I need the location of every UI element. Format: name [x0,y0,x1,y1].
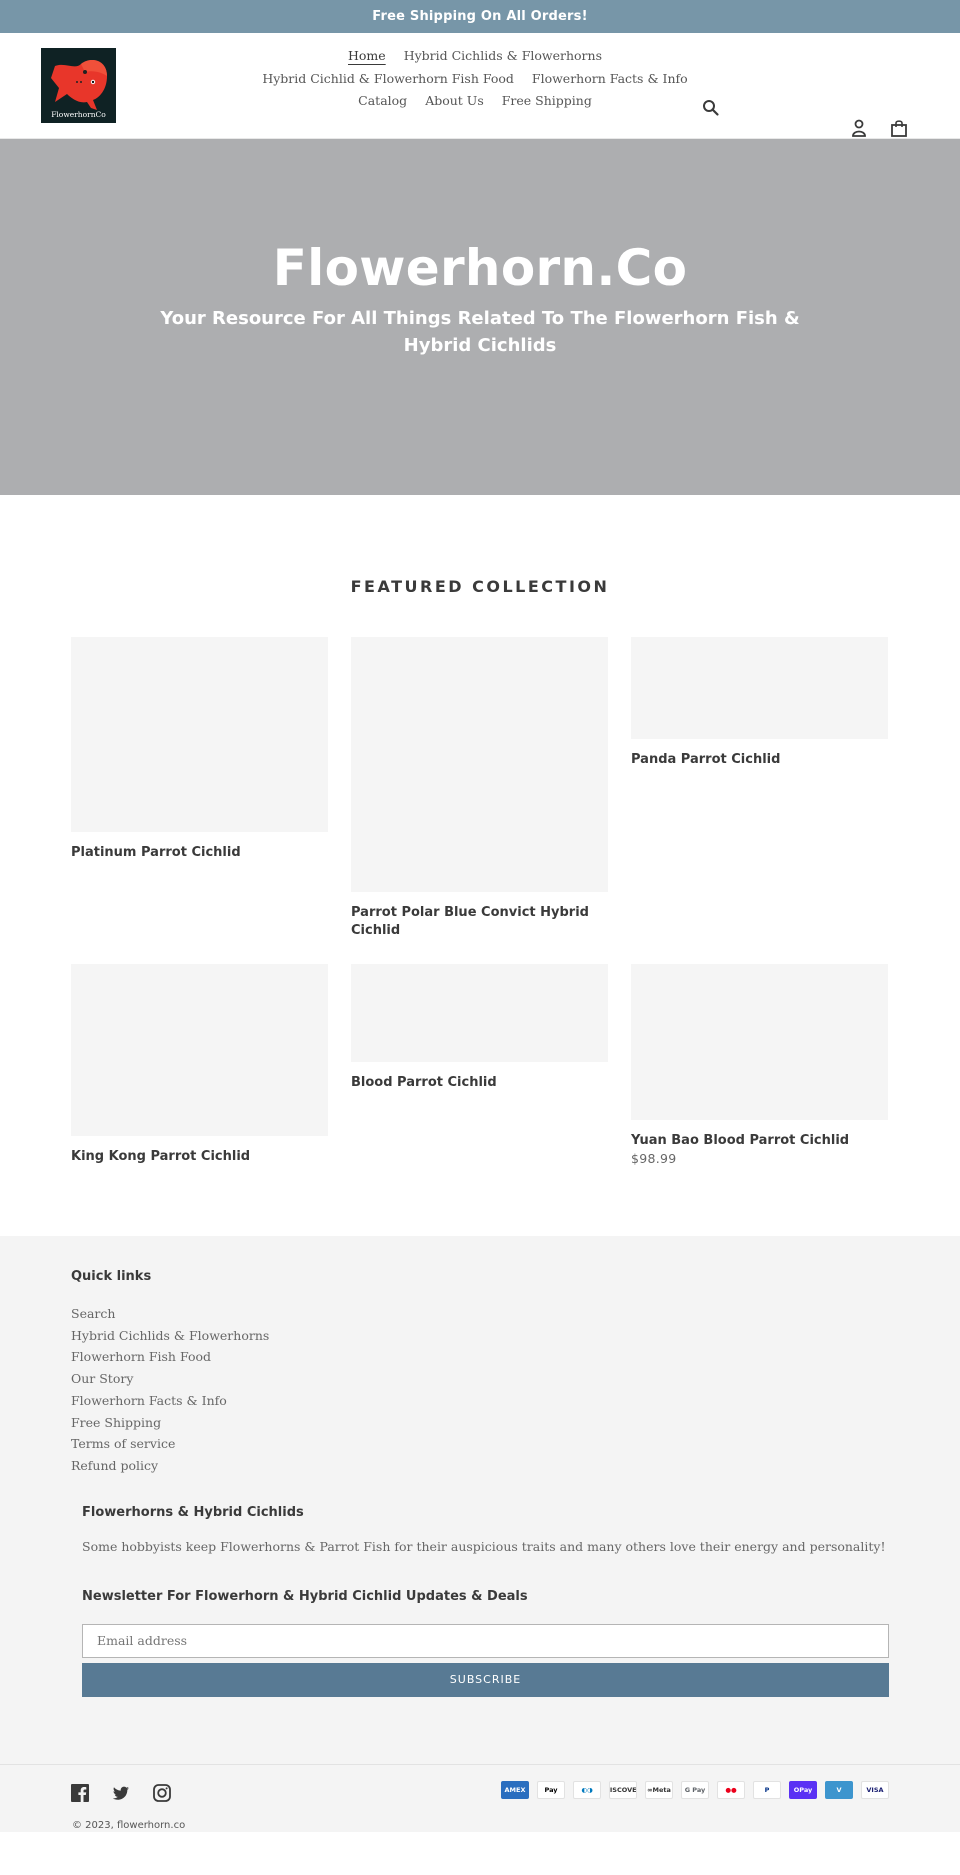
quick-links-heading: Quick links [71,1269,152,1284]
flowerhorn-fish-logo-icon: FlowerhornCo [41,48,116,123]
product-title: Yuan Bao Blood Parrot Cichlid [631,1133,850,1148]
email-field[interactable] [82,1623,889,1658]
footer-link-hybrid-cichlids[interactable]: Hybrid Cichlids & Flowerhorns [71,1325,889,1347]
footer-link-search[interactable]: Search [71,1303,889,1325]
product-image-placeholder [631,964,888,1120]
product-grid: Platinum Parrot Cichlid Parrot Polar Blu… [0,637,960,1166]
announcement-bar: Free Shipping On All Orders! [0,0,960,33]
account-icon[interactable] [850,119,868,139]
newsletter-block: Newsletter For Flowerhorn & Hybrid Cichl… [0,1589,960,1697]
social-links [71,1783,171,1802]
product-title: Panda Parrot Cichlid [631,752,781,767]
footer-link-our-story[interactable]: Our Story [71,1368,889,1390]
svg-text:FlowerhornCo: FlowerhornCo [51,110,106,119]
payment-mastercard-icon: ●● [717,1780,745,1799]
about-block: Flowerhorns & Hybrid Cichlids Some hobby… [0,1505,960,1556]
product-image-placeholder [71,964,328,1136]
payment-paypal-icon: P [753,1780,781,1799]
product-image-placeholder [351,637,608,892]
nav-about-us[interactable]: About Us [416,90,493,113]
footer-link-fish-food[interactable]: Flowerhorn Fish Food [71,1346,889,1368]
nav-fish-food[interactable]: Hybrid Cichlid & Flowerhorn Fish Food [253,68,523,91]
payment-american-express-icon: AMEX [501,1780,529,1799]
payment-visa-icon: VISA [861,1780,889,1799]
payment-venmo-icon: V [825,1780,853,1799]
nav-row-2: Hybrid Cichlid & Flowerhorn Fish Food Fl… [255,68,695,91]
payment-meta-pay-icon: ∞Meta [645,1780,673,1799]
product-price: $98.99 [631,1151,677,1166]
product-title: Parrot Polar Blue Convict Hybrid Cichlid [351,905,589,938]
site-logo[interactable]: FlowerhornCo [41,48,116,123]
site-header: FlowerhornCo Home Hybrid Cichlids & Flow… [0,33,960,139]
quick-links: Quick links Search Hybrid Cichlids & Flo… [0,1269,960,1477]
product-image-placeholder [71,637,328,832]
search-icon[interactable] [702,99,720,117]
payment-diners-club-icon: ◐◑ [573,1780,601,1799]
nav-hybrid-cichlids-flowerhorns[interactable]: Hybrid Cichlids & Flowerhorns [395,45,611,68]
payment-apple-pay-icon: Pay [537,1780,565,1799]
nav-free-shipping[interactable]: Free Shipping [493,90,601,113]
instagram-icon[interactable] [153,1783,171,1802]
footer-link-terms[interactable]: Terms of service [71,1433,889,1455]
payment-icons: AMEX Pay ◐◑ DISCOVER ∞Meta G Pay ●● P OPay V VISA [501,1780,889,1799]
product-card[interactable]: Yuan Bao Blood Parrot Cichlid $98.99 [631,964,888,1166]
payment-discover-icon: DISCOVER [609,1780,637,1799]
product-title: Blood Parrot Cichlid [351,1075,497,1090]
footer-link-facts-info[interactable]: Flowerhorn Facts & Info [71,1390,889,1412]
product-title: King Kong Parrot Cichlid [71,1149,251,1164]
quick-links-list: Search Hybrid Cichlids & Flowerhorns Flo… [71,1303,889,1477]
nav-row-3: Catalog About Us Free Shipping [255,90,695,113]
product-card[interactable]: Panda Parrot Cichlid [631,637,888,769]
site-footer: Quick links Search Hybrid Cichlids & Flo… [0,1236,960,1832]
payment-google-pay-icon: G Pay [681,1780,709,1799]
product-image-placeholder [351,964,608,1062]
product-card[interactable]: King Kong Parrot Cichlid [71,964,328,1166]
cart-icon[interactable] [890,119,908,139]
product-image-placeholder [631,637,888,739]
product-card[interactable]: Parrot Polar Blue Convict Hybrid Cichlid [351,637,608,940]
about-heading: Flowerhorns & Hybrid Cichlids [82,1504,304,1520]
product-card[interactable]: Platinum Parrot Cichlid [71,637,328,862]
featured-heading: FEATURED COLLECTION [350,577,610,596]
hero-subtitle: Your Resource For All Things Related To … [160,308,800,356]
newsletter-heading: Newsletter For Flowerhorn & Hybrid Cichl… [82,1588,528,1604]
nav-catalog[interactable]: Catalog [349,90,416,113]
payment-shop-pay-icon: OPay [789,1780,817,1799]
about-text: Some hobbyists keep Flowerhorns & Parrot… [82,1538,886,1554]
footer-bottom: © 2023, flowerhorn.co AMEX Pay ◐◑ DISCOVER ∞… [0,1765,960,1832]
nav-row-1: Home Hybrid Cichlids & Flowerhorns [255,45,695,68]
product-title: Platinum Parrot Cichlid [71,845,241,860]
nav-facts-info[interactable]: Flowerhorn Facts & Info [523,68,697,91]
product-card[interactable]: Blood Parrot Cichlid [351,964,608,1092]
hero-title: Flowerhorn.Co [272,239,688,297]
footer-link-refund[interactable]: Refund policy [71,1455,889,1477]
main-nav: Home Hybrid Cichlids & Flowerhorns Hybri… [255,45,695,113]
featured-collection: FEATURED COLLECTION Platinum Parrot Cich… [0,495,960,1236]
announcement-text: Free Shipping On All Orders! [372,9,588,24]
footer-link-free-shipping[interactable]: Free Shipping [71,1412,889,1434]
hero-banner: Flowerhorn.Co Your Resource For All Thin… [0,139,960,495]
facebook-icon[interactable] [71,1783,89,1802]
nav-home[interactable]: Home [339,45,395,68]
copyright-text: © 2023, flowerhorn.co [72,1819,186,1831]
twitter-icon[interactable] [112,1784,130,1802]
subscribe-button[interactable]: SUBSCRIBE [82,1662,889,1697]
